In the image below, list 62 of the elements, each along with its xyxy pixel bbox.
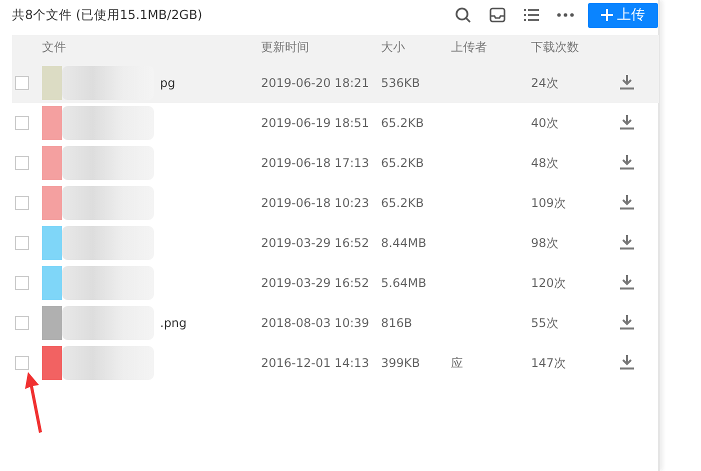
download-icon[interactable]: [619, 74, 635, 90]
file-row[interactable]: 2019-06-18 17:13 65.2KB 48次: [12, 143, 659, 183]
download-count: 98次: [531, 236, 558, 250]
download-count: 40次: [531, 116, 558, 130]
download-icon[interactable]: [619, 274, 635, 290]
update-time: 2019-03-29 16:52: [261, 276, 370, 290]
file-count-summary: 共8个文件 (已使用15.1MB/2GB): [12, 6, 204, 24]
download-icon[interactable]: [619, 194, 635, 210]
file-row[interactable]: 2016-12-01 14:13 399KB 应 147次: [12, 343, 659, 383]
file-row[interactable]: 2019-03-29 16:52 5.64MB 120次: [12, 263, 659, 303]
file-size: 536KB: [381, 76, 420, 90]
checkbox[interactable]: [15, 316, 29, 330]
update-time: 2018-08-03 10:39: [261, 316, 370, 330]
download-icon[interactable]: [619, 234, 635, 250]
checkbox[interactable]: [15, 356, 29, 370]
file-size: 65.2KB: [381, 156, 424, 170]
download-icon[interactable]: [619, 154, 635, 170]
checkbox[interactable]: [15, 236, 29, 250]
file-size: 5.64MB: [381, 276, 426, 290]
checkbox[interactable]: [15, 76, 29, 90]
file-size: 399KB: [381, 356, 420, 370]
column-header: 文件: [42, 40, 66, 54]
download-count: 55次: [531, 316, 558, 330]
column-header: 下载次数: [531, 40, 579, 54]
file-row[interactable]: .png 2018-08-03 10:39 816B 55次: [12, 303, 659, 343]
update-time: 2016-12-01 14:13: [261, 356, 370, 370]
file-size: 816B: [381, 316, 412, 330]
checkbox[interactable]: [15, 116, 29, 130]
upload-button[interactable]: 上传: [588, 2, 658, 28]
column-header: 更新时间: [261, 40, 309, 54]
file-row[interactable]: 2019-03-29 16:52 8.44MB 98次: [12, 223, 659, 263]
download-icon[interactable]: [619, 354, 635, 370]
column-header: 大小: [381, 40, 405, 54]
update-time: 2019-06-18 17:13: [261, 156, 370, 170]
download-count: 147次: [531, 356, 566, 370]
update-time: 2019-06-20 18:21: [261, 76, 370, 90]
checkbox[interactable]: [15, 196, 29, 210]
download-count: 120次: [531, 276, 566, 290]
update-time: 2019-06-19 18:51: [261, 116, 370, 130]
checkbox[interactable]: [15, 276, 29, 290]
update-time: 2019-06-18 10:23: [261, 196, 370, 210]
file-row[interactable]: pg 2019-06-20 18:21 536KB 24次: [12, 63, 659, 103]
download-icon[interactable]: [619, 314, 635, 330]
file-name[interactable]: pg: [160, 76, 176, 90]
file-name[interactable]: .png: [160, 316, 187, 330]
inbox-icon[interactable]: [488, 7, 506, 23]
file-row[interactable]: 2019-06-18 10:23 65.2KB 109次: [12, 183, 659, 223]
update-time: 2019-03-29 16:52: [261, 236, 370, 250]
download-count: 48次: [531, 156, 558, 170]
plus-icon: [601, 9, 613, 21]
download-icon[interactable]: [619, 114, 635, 130]
file-size: 65.2KB: [381, 196, 424, 210]
file-row[interactable]: 2019-06-19 18:51 65.2KB 40次: [12, 103, 659, 143]
file-size: 65.2KB: [381, 116, 424, 130]
uploader-name: 应: [451, 356, 463, 370]
search-icon[interactable]: [454, 7, 472, 23]
file-size: 8.44MB: [381, 236, 426, 250]
download-count: 109次: [531, 196, 566, 210]
checkbox[interactable]: [15, 156, 29, 170]
column-header: 上传者: [451, 40, 487, 54]
list-icon[interactable]: [522, 7, 540, 23]
download-count: 24次: [531, 76, 558, 90]
